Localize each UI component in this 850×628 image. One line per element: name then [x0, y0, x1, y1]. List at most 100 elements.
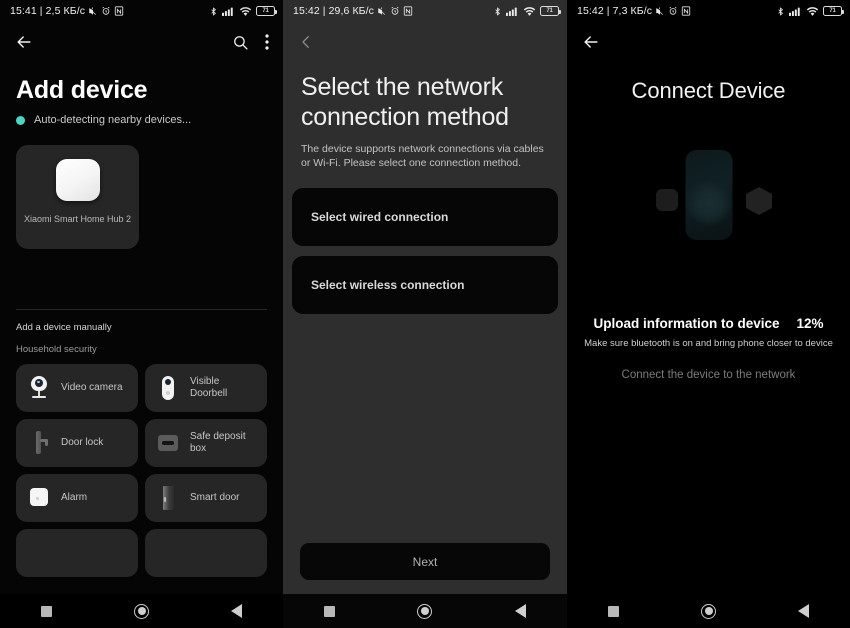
app-bar-1 — [0, 22, 283, 62]
option-label: Select wired connection — [311, 210, 449, 224]
search-icon[interactable] — [232, 34, 249, 51]
option-wireless-connection[interactable]: Select wireless connection — [292, 256, 558, 314]
status-time: 15:41 — [10, 5, 37, 17]
device-tile-doorbell[interactable]: Visible Doorbell — [145, 364, 267, 412]
battery-level: 71 — [262, 8, 269, 14]
next-button[interactable]: Next — [300, 543, 550, 580]
device-tile-video-camera[interactable]: Video camera — [16, 364, 138, 412]
cellular-signal-icon — [789, 6, 802, 17]
device-tile-alarm[interactable]: Alarm — [16, 474, 138, 522]
status-separator: | — [322, 5, 326, 17]
battery-level: 71 — [829, 8, 836, 14]
page-title: Connect Device — [631, 78, 786, 103]
back-arrow-icon[interactable] — [14, 32, 34, 52]
recents-square-icon[interactable] — [324, 605, 336, 617]
page-title: Add device — [16, 76, 148, 104]
back-triangle-icon[interactable] — [514, 604, 526, 618]
device-hexagon-icon — [746, 187, 772, 215]
smart-hub-image — [55, 159, 100, 201]
device-tile-label: Alarm — [61, 491, 88, 503]
battery-icon: 71 — [823, 6, 844, 16]
back-triangle-icon[interactable] — [798, 604, 809, 618]
pairing-hint: Make sure bluetooth is on and bring phon… — [584, 338, 833, 349]
back-chevron-icon[interactable] — [297, 32, 315, 52]
wifi-icon — [523, 6, 536, 17]
discovered-device-name: Xiaomi Smart Home Hub 2 — [23, 214, 132, 224]
app-bar-2 — [283, 22, 567, 62]
status-dot-icon — [16, 115, 25, 125]
device-tile-label: Smart door — [190, 491, 240, 503]
status-time: 15:42 — [293, 5, 320, 17]
home-circle-icon[interactable] — [134, 603, 149, 619]
status-bar-1: 15:41 | 2,5 КБ/c 71 — [0, 0, 283, 22]
device-tile-label: Video camera — [61, 381, 123, 393]
alarm-icon — [668, 6, 678, 16]
device-tile-label: Safe deposit box — [190, 430, 246, 455]
cellular-signal-icon — [506, 6, 519, 17]
auto-detect-status: Auto-detecting nearby devices... — [0, 105, 283, 126]
device-tile-label: Door lock — [61, 436, 104, 448]
device-tile-label: Visible Doorbell — [190, 375, 228, 400]
panel-add-device: 15:41 | 2,5 КБ/c 71 Add device Auto-dete… — [0, 0, 283, 628]
home-circle-icon[interactable] — [417, 603, 433, 619]
option-wired-connection[interactable]: Select wired connection — [292, 188, 558, 246]
back-arrow-icon[interactable] — [581, 32, 601, 52]
bluetooth-icon — [493, 6, 502, 17]
back-triangle-icon[interactable] — [231, 604, 242, 618]
mute-icon — [655, 6, 665, 16]
device-grid-overflow-row — [0, 522, 283, 577]
nfc-icon — [114, 6, 124, 16]
alarm-icon — [101, 6, 111, 16]
wifi-icon — [239, 6, 252, 17]
device-category-grid: Video camera Visible Doorbell Door lock … — [0, 355, 283, 522]
pairing-next-step: Connect the device to the network — [621, 369, 796, 381]
alarm-panel-icon — [27, 485, 51, 511]
device-tile-smart-door[interactable]: Smart door — [145, 474, 267, 522]
pairing-illustration — [567, 132, 850, 302]
home-circle-icon[interactable] — [701, 603, 716, 619]
cellular-signal-icon — [222, 6, 235, 17]
status-time: 15:42 — [577, 5, 604, 17]
battery-icon: 71 — [256, 6, 277, 16]
status-data-rate: 7,3 КБ/c — [612, 5, 653, 17]
device-tile-safe-box[interactable]: Safe deposit box — [145, 419, 267, 467]
smart-door-icon — [156, 485, 180, 511]
panel-network-method: 15:42 | 29,6 КБ/c 71 Select the network … — [283, 0, 567, 628]
recents-square-icon[interactable] — [41, 605, 52, 617]
connection-options-list: Select wired connection Select wireless … — [283, 170, 567, 314]
door-lock-icon — [27, 430, 51, 456]
status-data-rate: 29,6 КБ/c — [328, 5, 375, 17]
next-button-container: Next — [283, 543, 567, 580]
device-tile-partial[interactable] — [16, 529, 138, 577]
bluetooth-icon — [776, 6, 785, 17]
device-tile-partial[interactable] — [145, 529, 267, 577]
system-nav-bar-1 — [0, 594, 283, 628]
device-tile-door-lock[interactable]: Door lock — [16, 419, 138, 467]
page-subtitle: The device supports network connections … — [301, 143, 544, 169]
doorbell-icon — [156, 375, 180, 401]
panel-connect-device: 15:42 | 7,3 КБ/c 71 Connect Device Uploa… — [567, 0, 850, 628]
mute-icon — [377, 6, 387, 16]
overflow-menu-icon[interactable] — [265, 34, 269, 50]
battery-level: 71 — [546, 8, 553, 14]
battery-icon: 71 — [540, 6, 561, 16]
category-label: Household security — [16, 344, 97, 355]
pairing-glow — [685, 180, 732, 226]
progress-percent: 12% — [796, 316, 824, 331]
status-data-rate: 2,5 КБ/c — [45, 5, 86, 17]
progress-heading: Upload information to device — [593, 316, 780, 331]
mute-icon — [88, 6, 98, 16]
system-nav-bar-3 — [567, 594, 850, 628]
device-square-icon — [656, 189, 678, 211]
discovered-device-card[interactable]: Xiaomi Smart Home Hub 2 — [16, 145, 139, 249]
next-button-label: Next — [412, 554, 438, 569]
alarm-icon — [390, 6, 400, 16]
status-separator: | — [39, 5, 43, 17]
nfc-icon — [403, 6, 413, 16]
video-camera-icon — [27, 375, 51, 401]
auto-detect-label: Auto-detecting nearby devices... — [34, 114, 192, 126]
recents-square-icon[interactable] — [608, 605, 619, 617]
option-label: Select wireless connection — [311, 278, 465, 292]
page-title: Select the network connection method — [301, 73, 509, 131]
status-bar-2: 15:42 | 29,6 КБ/c 71 — [283, 0, 567, 22]
